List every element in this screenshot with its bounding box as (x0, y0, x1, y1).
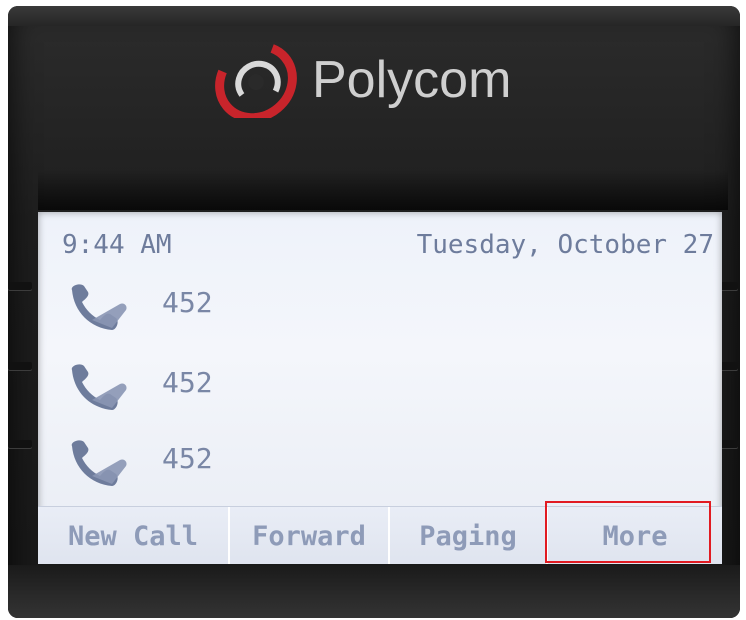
bezel-shadow (38, 170, 728, 210)
line-label: 452 (162, 442, 213, 475)
polycom-logo: Polycom (212, 38, 552, 118)
line-label: 452 (162, 286, 213, 319)
left-line-key-2[interactable] (8, 362, 32, 370)
line-label: 452 (162, 366, 213, 399)
phone-handset-icon (71, 284, 127, 330)
lcd-screen: 9:44 AM Tuesday, October 27 452 452 452 (38, 212, 722, 564)
left-line-key-3[interactable] (8, 440, 32, 448)
line-key-row[interactable]: 452 (68, 282, 468, 342)
line-key-row[interactable]: 452 (68, 362, 468, 422)
clock: 9:44 AM (62, 230, 172, 260)
polycom-logo-mark-icon (215, 42, 297, 118)
phone-photo: Polycom 9:44 AM Tuesday, October 27 452 … (0, 0, 746, 620)
softkey-forward[interactable]: Forward (230, 507, 390, 564)
softkey-new-call[interactable]: New Call (38, 507, 230, 564)
bezel-top-edge (8, 6, 740, 26)
left-line-key-1[interactable] (8, 282, 32, 290)
softkey-more[interactable]: More (548, 507, 722, 564)
phone-handset-icon (71, 440, 127, 486)
status-bar: 9:44 AM Tuesday, October 27 (38, 230, 722, 270)
line-key-row[interactable]: 452 (68, 438, 468, 498)
bezel-bottom-lip (8, 565, 740, 618)
softkey-paging[interactable]: Paging (390, 507, 548, 564)
softkey-bar: New Call Forward Paging More (38, 506, 722, 564)
phone-handset-icon (71, 364, 127, 410)
date: Tuesday, October 27 (416, 230, 714, 260)
brand-name: Polycom (312, 51, 512, 109)
